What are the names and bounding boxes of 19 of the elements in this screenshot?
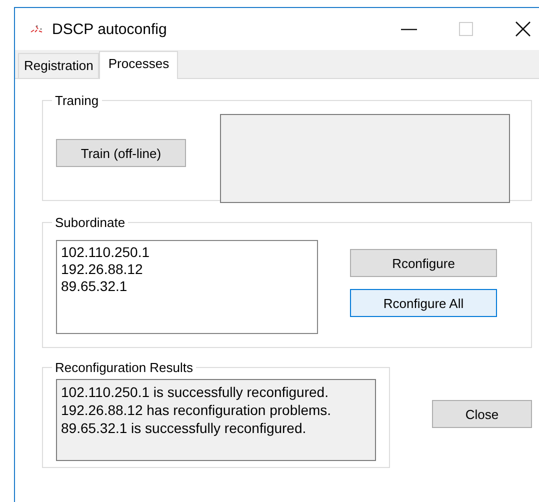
result-line: 89.65.32.1 is successfully reconfigured. — [61, 419, 308, 437]
window-title: DSCP autoconfig — [52, 20, 167, 38]
group-title: Subordinate — [54, 215, 126, 230]
reconfigure-button[interactable]: Rconfigure — [350, 249, 497, 277]
close-icon[interactable] — [515, 21, 531, 37]
list-item[interactable]: 192.26.88.12 — [61, 261, 313, 278]
train-button[interactable]: Train (off-line) — [56, 139, 186, 167]
list-item[interactable]: 89.65.32.1 — [61, 278, 313, 295]
address-list[interactable]: 102.110.250.1 192.26.88.12 89.65.32.1 — [56, 240, 318, 334]
result-line: 192.26.88.12 has reconfiguration problems. — [61, 401, 332, 419]
app-icon — [30, 24, 44, 34]
group-title: Reconfiguration Results — [54, 360, 194, 375]
close-button[interactable]: Close — [432, 400, 532, 428]
tab[interactable]: Registration — [18, 53, 100, 78]
tab[interactable]: Processes — [99, 51, 178, 79]
list-item[interactable]: 102.110.250.1 — [61, 244, 313, 261]
reconfigure-button[interactable]: Rconfigure All — [350, 289, 497, 317]
result-line: 102.110.250.1 is successfully reconfigured. — [61, 383, 330, 401]
group-title: Traning — [54, 93, 100, 108]
